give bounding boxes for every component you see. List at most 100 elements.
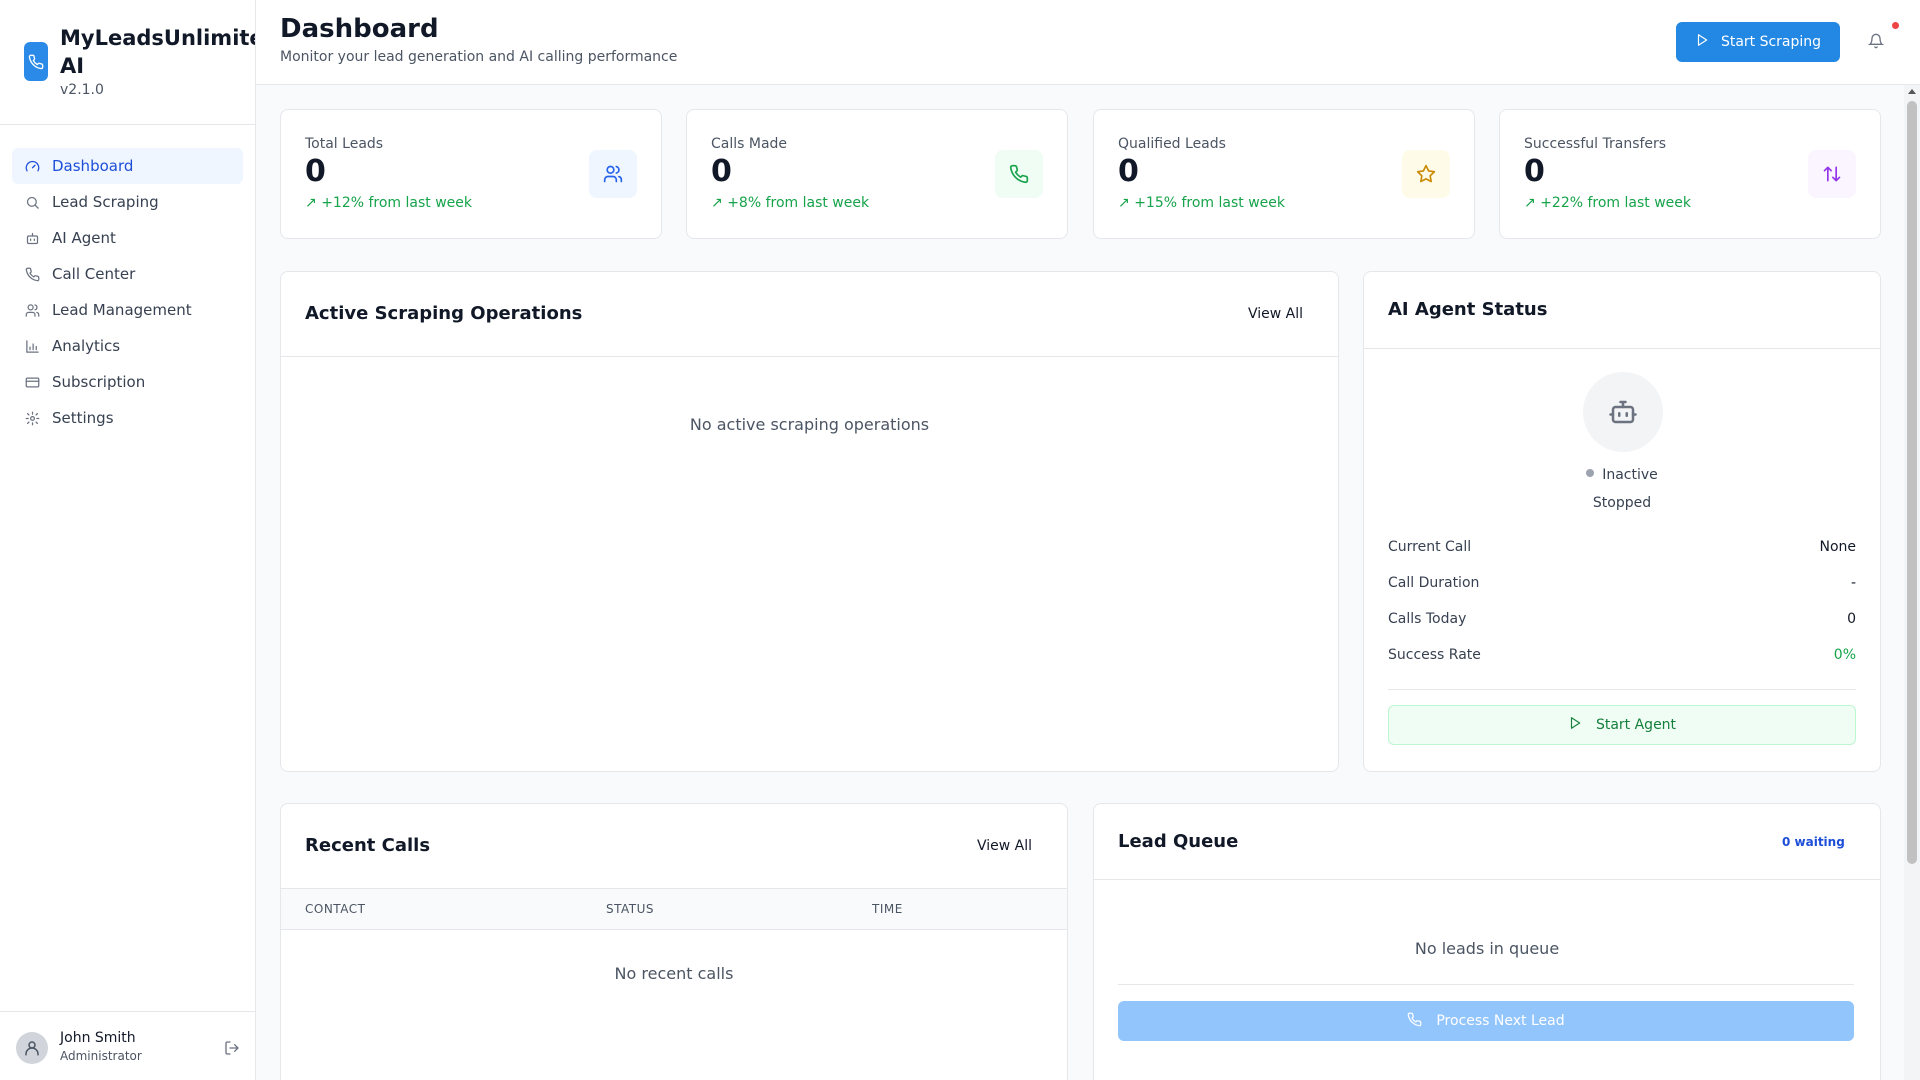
bot-icon xyxy=(24,230,40,246)
column-header[interactable]: STATUS xyxy=(606,902,654,916)
empty-state: No active scraping operations xyxy=(689,415,930,434)
phone-icon xyxy=(24,266,40,282)
card-title: AI Agent Status xyxy=(1388,299,1548,320)
bot-icon xyxy=(1583,372,1663,452)
empty-state: No leads in queue xyxy=(1414,939,1560,958)
trend-up-icon: ↗ xyxy=(305,195,317,211)
sidebar-item-label: Settings xyxy=(52,409,114,427)
card-title: Lead Queue xyxy=(1118,831,1239,852)
gear-icon xyxy=(24,410,40,426)
brand: MyLeadsUnlimited AI v2.1.0 xyxy=(0,0,255,125)
user-role: Administrator xyxy=(60,1049,142,1063)
scraping-operations-card: Active Scraping Operations View All No a… xyxy=(280,271,1339,772)
table-header: CONTACT STATUS TIME xyxy=(281,888,1067,930)
sidebar-item-lead-management[interactable]: Lead Management xyxy=(12,292,243,328)
process-next-lead-label: Process Next Lead xyxy=(1436,1013,1565,1029)
start-agent-button[interactable]: Start Agent xyxy=(1388,705,1856,745)
ai-agent-status-card: AI Agent Status Inactive Stopped Current… xyxy=(1363,271,1881,772)
stat-card-qualified-leads: Qualified Leads 0 ↗ +15% from last week xyxy=(1093,109,1475,239)
process-next-lead-button[interactable]: Process Next Lead xyxy=(1118,1001,1854,1041)
start-scraping-label: Start Scraping xyxy=(1720,34,1822,50)
card-title: Recent Calls xyxy=(305,835,431,856)
column-header[interactable]: CONTACT xyxy=(305,902,365,916)
bell-icon[interactable] xyxy=(1867,32,1885,50)
card-header: AI Agent Status xyxy=(1364,272,1880,349)
phone-icon xyxy=(1407,1012,1422,1031)
user-profile: John Smith Administrator xyxy=(0,1011,255,1080)
phone-icon xyxy=(995,150,1043,198)
sidebar-item-label: Subscription xyxy=(52,373,146,391)
page-subtitle: Monitor your lead generation and AI call… xyxy=(280,49,678,65)
stat-value: 0 xyxy=(711,154,732,189)
stat-label: Calls Made xyxy=(711,136,788,152)
view-all-button[interactable]: View All xyxy=(977,838,1032,854)
notification-dot xyxy=(1892,22,1899,29)
sidebar-item-label: Analytics xyxy=(52,337,121,355)
avatar[interactable] xyxy=(16,1032,48,1064)
sidebar-item-call-center[interactable]: Call Center xyxy=(12,256,243,292)
stat-value: 0 xyxy=(305,154,326,189)
sidebar-item-label: Call Center xyxy=(52,265,136,283)
recent-calls-card: Recent Calls View All CONTACT STATUS TIM… xyxy=(280,803,1068,1080)
brand-name: MyLeadsUnlimited AI xyxy=(60,26,255,78)
gauge-icon xyxy=(24,158,40,174)
stat-card-successful-transfers: Successful Transfers 0 ↗ +22% from last … xyxy=(1499,109,1881,239)
row-label: Call Duration xyxy=(1388,575,1480,591)
sidebar-item-dashboard[interactable]: Dashboard xyxy=(12,148,243,184)
divider xyxy=(1118,984,1854,985)
agent-row-success-rate: Success Rate 0% xyxy=(1388,647,1856,667)
phone-logo-icon xyxy=(24,42,48,81)
star-icon xyxy=(1402,150,1450,198)
page-title: Dashboard xyxy=(280,14,439,44)
row-value: None xyxy=(1819,539,1856,555)
scroll-thumb[interactable] xyxy=(1907,101,1917,864)
row-value: 0 xyxy=(1847,611,1856,627)
queue-count-badge: 0 waiting xyxy=(1782,835,1845,849)
trend-up-icon: ↗ xyxy=(1118,195,1130,211)
sidebar-item-label: Lead Management xyxy=(52,301,192,319)
row-label: Calls Today xyxy=(1388,611,1467,627)
trend-up-icon: ↗ xyxy=(1524,195,1536,211)
card-title: Active Scraping Operations xyxy=(305,303,583,324)
start-scraping-button[interactable]: Start Scraping xyxy=(1676,22,1840,62)
sidebar-item-label: Dashboard xyxy=(52,157,134,175)
card-header: Active Scraping Operations View All xyxy=(281,272,1338,357)
stat-value: 0 xyxy=(1118,154,1139,189)
scrollbar[interactable] xyxy=(1904,85,1920,1080)
card-header: Lead Queue 0 waiting xyxy=(1094,804,1880,880)
sidebar-item-ai-agent[interactable]: AI Agent xyxy=(12,220,243,256)
stat-card-calls-made: Calls Made 0 ↗ +8% from last week xyxy=(686,109,1068,239)
users-icon xyxy=(589,150,637,198)
row-label: Current Call xyxy=(1388,539,1472,555)
stat-change: ↗ +12% from last week xyxy=(305,195,473,211)
stat-label: Qualified Leads xyxy=(1118,136,1226,152)
users-icon xyxy=(24,302,40,318)
scroll-up-arrow-icon[interactable] xyxy=(1908,89,1916,94)
sidebar-item-subscription[interactable]: Subscription xyxy=(12,364,243,400)
sidebar-nav: Dashboard Lead Scraping AI Agent Call Ce… xyxy=(12,148,243,436)
play-icon xyxy=(1695,33,1709,51)
app-version: v2.1.0 xyxy=(60,82,104,98)
column-header[interactable]: TIME xyxy=(872,902,903,916)
lead-queue-card: Lead Queue 0 waiting No leads in queue P… xyxy=(1093,803,1881,1080)
stat-change: ↗ +15% from last week xyxy=(1118,195,1286,211)
user-name: John Smith xyxy=(60,1030,136,1046)
logout-icon[interactable] xyxy=(224,1040,240,1056)
sidebar-item-analytics[interactable]: Analytics xyxy=(12,328,243,364)
agent-substatus: Stopped xyxy=(1592,495,1652,511)
row-value: 0% xyxy=(1833,647,1856,663)
transfer-icon xyxy=(1808,150,1856,198)
sidebar-item-settings[interactable]: Settings xyxy=(12,400,243,436)
agent-row-current-call: Current Call None xyxy=(1388,539,1856,559)
sidebar: MyLeadsUnlimited AI v2.1.0 Dashboard Lea… xyxy=(0,0,256,1080)
view-all-button[interactable]: View All xyxy=(1248,306,1303,322)
stat-label: Successful Transfers xyxy=(1524,136,1667,152)
status-dot xyxy=(1586,469,1595,477)
page-header: Dashboard Monitor your lead generation a… xyxy=(256,0,1920,85)
stat-value: 0 xyxy=(1524,154,1545,189)
agent-row-call-duration: Call Duration - xyxy=(1388,575,1856,595)
card-header: Recent Calls View All xyxy=(281,804,1067,888)
sidebar-item-lead-scraping[interactable]: Lead Scraping xyxy=(12,184,243,220)
agent-status: Inactive xyxy=(1364,467,1880,483)
stat-change: ↗ +22% from last week xyxy=(1524,195,1692,211)
